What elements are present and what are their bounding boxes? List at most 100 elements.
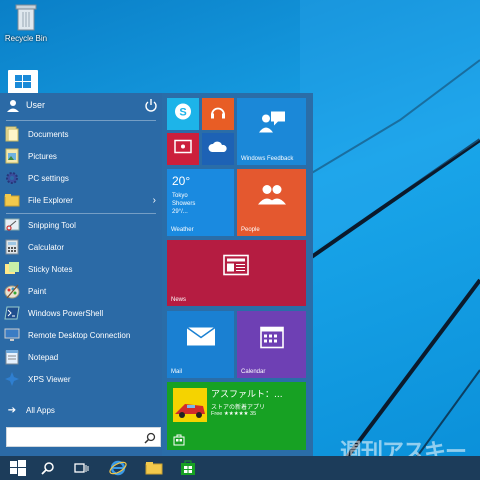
menu-item-pc-settings[interactable]: PC settings [0,167,162,189]
app-label: Notepad [28,352,59,362]
tile-calendar[interactable]: Calendar [237,311,306,378]
tile-mail[interactable]: Mail [167,311,234,378]
xps-viewer-icon [4,371,20,387]
tile-onedrive[interactable] [202,133,234,165]
calendar-icon [259,325,284,354]
chevron-right-icon: › [152,194,156,206]
recycle-bin[interactable]: Recycle Bin [4,2,48,43]
internet-explorer-icon [109,460,127,476]
tile-skype[interactable]: S [167,98,199,130]
menu-item-label: File Explorer [28,195,73,205]
recycle-bin-label: Recycle Bin [4,34,48,43]
menu-item-documents[interactable]: Documents [0,123,162,145]
store-app-price: Free ★★★★★ 35 [211,411,257,417]
tile-label: News [171,297,187,303]
headphones-icon [209,103,227,126]
start-button[interactable] [4,456,32,480]
start-menu-left-pane: User Documents Pictures PC settings File… [0,93,162,456]
weather-range: 29°/... [172,209,188,215]
tile-label: Windows Feedback [241,156,294,162]
sticky-notes-icon [4,261,20,277]
feedback-icon [257,111,287,142]
store-button[interactable] [174,456,202,480]
cloud-icon [208,140,228,158]
app-sticky-notes[interactable]: Sticky Notes [0,258,162,280]
search-icon [41,462,54,475]
task-view-icon [74,463,89,473]
tile-music[interactable] [202,98,234,130]
app-label: Snipping Tool [28,220,76,230]
search-box[interactable] [6,427,161,447]
calculator-icon [4,239,20,255]
weather-condition: Showers [172,201,196,207]
taskbar [0,456,480,480]
app-label: Calculator [28,242,65,252]
menu-item-label: Pictures [28,151,57,161]
app-label: Paint [28,286,47,296]
store-app-subtitle: ストアの新着アプリ [211,404,266,411]
scissors-icon [4,217,20,233]
store-icon [181,460,195,475]
app-label: Windows PowerShell [28,308,104,318]
app-notepad[interactable]: Notepad [0,346,162,368]
app-calculator[interactable]: Calculator [0,236,162,258]
start-menu: User Documents Pictures PC settings File… [0,93,313,456]
user-account[interactable]: User [0,93,162,117]
search-icon[interactable] [144,431,156,444]
app-paint[interactable]: Paint [0,280,162,302]
tile-video[interactable] [167,133,199,165]
asphalt-app-image [173,388,207,422]
app-label: Remote Desktop Connection [28,330,131,340]
recycle-bin-icon [15,2,37,32]
menu-item-label: Documents [28,129,69,139]
tile-label: Calendar [241,369,266,375]
power-icon[interactable] [144,98,158,112]
start-menu-tiles: S Windows Feedback 20° Tokyo Showers 29°… [162,93,313,456]
documents-icon [4,126,20,142]
app-windows-powershell[interactable]: Windows PowerShell [0,302,162,324]
mail-icon [186,327,216,352]
user-icon [6,98,20,112]
svg-text:S: S [179,107,186,119]
store-icon [173,433,185,446]
folder-icon [4,192,20,208]
weather-details: Tokyo Showers 29°/... [172,192,195,216]
tile-label: Weather [171,227,194,233]
app-snipping-tool[interactable]: Snipping Tool [0,214,162,236]
remote-desktop-icon [4,327,20,343]
tile-store[interactable]: アスファルト：... ストアの新着アプリ Free ★★★★★ 35 [167,382,306,450]
folder-icon [145,462,163,475]
internet-explorer-button[interactable] [104,456,132,480]
arrow-right-icon: ➔ [7,405,17,416]
powershell-icon [4,305,20,321]
tile-weather[interactable]: 20° Tokyo Showers 29°/... Weather [167,169,234,236]
divider [6,120,156,121]
tile-news[interactable]: News [167,240,306,306]
taskbar-search-button[interactable] [34,456,62,480]
weather-temperature: 20° [172,174,191,188]
tile-label: Mail [171,369,183,375]
news-icon [222,254,251,281]
all-apps-button[interactable]: ➔ All Apps [4,405,55,416]
skype-icon: S [174,103,192,126]
app-xps-viewer[interactable]: XPS Viewer [0,368,162,390]
notepad-icon [4,349,20,365]
menu-item-pictures[interactable]: Pictures [0,145,162,167]
windows-logo-icon [8,70,38,94]
menu-item-label: PC settings [28,173,69,183]
paint-icon [4,283,20,299]
task-view-button[interactable] [68,456,96,480]
store-app-title: アスファルト：... [211,390,283,400]
search-input[interactable] [11,432,144,442]
tile-windows-feedback[interactable]: Windows Feedback [237,98,306,165]
app-remote-desktop[interactable]: Remote Desktop Connection [0,324,162,346]
menu-item-file-explorer[interactable]: File Explorer › [0,189,162,211]
tile-people[interactable]: People [237,169,306,236]
app-label: XPS Viewer [28,374,71,384]
all-apps-label: All Apps [26,406,55,415]
file-explorer-button[interactable] [140,456,168,480]
pictures-icon [4,148,20,164]
weather-city: Tokyo [172,193,188,199]
video-icon [174,139,192,159]
user-name: User [26,100,46,110]
